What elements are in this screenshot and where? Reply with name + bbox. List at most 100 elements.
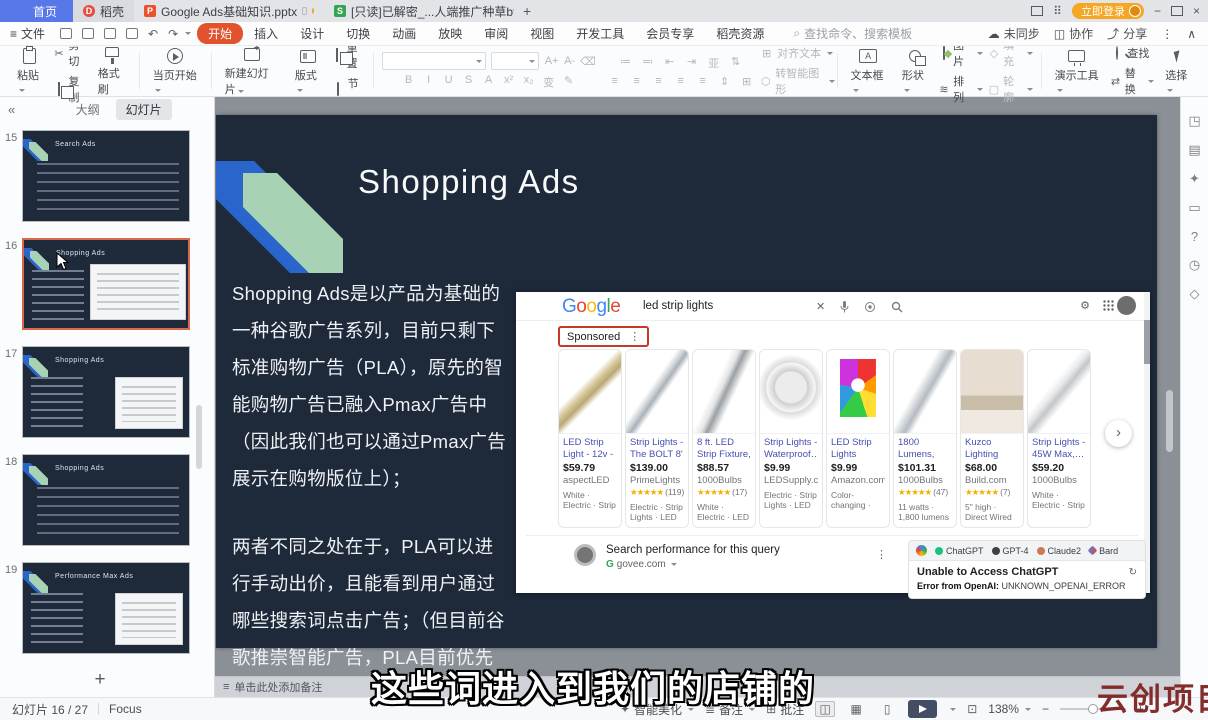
shapes-button[interactable]: 形状 xyxy=(897,46,933,96)
slide-thumbnail[interactable]: 19 Performance Max Ads xyxy=(22,562,200,654)
slide-thumbnail[interactable]: 17 Shopping Ads xyxy=(22,346,200,438)
undo-button[interactable]: ↶ xyxy=(143,27,163,41)
align-tool-icon[interactable]: ≡ xyxy=(629,75,644,88)
contact-card-icon[interactable]: ◳ xyxy=(1188,113,1200,129)
collaborate-button[interactable]: ◫ 协作 xyxy=(1054,25,1093,42)
login-button[interactable]: 立即登录 xyxy=(1072,3,1144,19)
menu-item[interactable]: 放映 xyxy=(427,23,473,44)
align-tool-icon[interactable]: ≡ xyxy=(607,75,622,88)
panel-scrollbar[interactable] xyxy=(196,405,202,469)
paragraph-tool-icon[interactable]: 亚 xyxy=(706,55,721,71)
align-tool-icon[interactable]: ≡ xyxy=(695,75,710,88)
font-tool-icon[interactable]: A+ xyxy=(544,55,559,68)
align-tool-icon[interactable]: ⇕ xyxy=(717,75,732,88)
find-button[interactable]: 查找 xyxy=(1110,45,1154,61)
layout-button[interactable]: 版式 xyxy=(290,46,326,96)
outline-button[interactable]: ▢轮廓 xyxy=(989,73,1033,105)
slide-canvas[interactable]: Shopping Ads Shopping Ads是以产品为基础的一种谷歌广告系… xyxy=(216,115,1157,648)
align-tool-icon[interactable]: ⊞ xyxy=(739,75,754,88)
save-button[interactable] xyxy=(60,28,72,39)
font-style-icon[interactable]: x₂ xyxy=(521,74,536,90)
font-style-icon[interactable]: A xyxy=(481,74,496,90)
section-button[interactable]: 节 xyxy=(332,75,366,103)
menu-item[interactable]: 动画 xyxy=(381,23,427,44)
redo-button[interactable]: ↷ xyxy=(163,27,183,41)
window-tab[interactable]: 首页 xyxy=(0,0,73,22)
minimize-button[interactable]: − xyxy=(1154,4,1161,18)
font-tool-icon[interactable]: A- xyxy=(562,55,577,68)
menu-item[interactable]: 切换 xyxy=(335,23,381,44)
font-style-icon[interactable]: U xyxy=(441,74,456,90)
export-button[interactable] xyxy=(82,28,94,39)
menu-item[interactable]: 稻壳资源 xyxy=(705,23,775,44)
copy-button[interactable]: 复制 xyxy=(54,73,87,105)
canvas-scrollbar[interactable] xyxy=(1166,390,1173,452)
align-text-button[interactable]: ⊞对齐文本 xyxy=(760,45,835,61)
window-split-icon[interactable] xyxy=(1031,6,1043,16)
window-tab[interactable]: S [只读]已解密_...人端推广种草bf xyxy=(324,0,514,22)
menu-item[interactable]: 审阅 xyxy=(473,23,519,44)
paste-button[interactable]: 粘贴 xyxy=(12,46,48,96)
arrange-button[interactable]: ≋排列 xyxy=(939,73,983,105)
print-button[interactable] xyxy=(104,28,116,39)
quick-access-dropdown-icon[interactable] xyxy=(185,32,191,35)
collapse-ribbon-button[interactable]: ∧ xyxy=(1187,27,1196,41)
font-size-select[interactable] xyxy=(491,52,539,70)
slide-thumbnail[interactable]: 16 Shopping Ads xyxy=(22,238,200,330)
sync-status[interactable]: ☁ 未同步 xyxy=(988,25,1040,42)
close-button[interactable]: × xyxy=(1193,4,1200,18)
menu-item[interactable]: 视图 xyxy=(519,23,565,44)
history-icon[interactable]: ◷ xyxy=(1189,257,1200,273)
presentation-tools-button[interactable]: 演示工具 xyxy=(1050,46,1105,96)
file-menu[interactable]: ≡ 文件 xyxy=(0,25,55,42)
menu-item[interactable]: 插入 xyxy=(243,23,289,44)
play-from-page-button[interactable]: 当页开始 xyxy=(148,46,203,96)
slide-title[interactable]: Shopping Ads xyxy=(358,163,580,201)
font-style-icon[interactable]: S xyxy=(461,74,476,90)
menu-item[interactable]: 会员专享 xyxy=(635,23,705,44)
smartart-button[interactable]: ⬡转智能图形 xyxy=(760,65,835,97)
font-style-icon[interactable]: 变 xyxy=(541,74,556,90)
apps-grid-icon[interactable]: ⠿ xyxy=(1053,4,1062,18)
select-button[interactable]: 选择 xyxy=(1160,46,1196,96)
font-style-icon[interactable]: I xyxy=(421,74,436,90)
new-tab-button[interactable]: + xyxy=(514,0,540,22)
paragraph-tool-icon[interactable]: ⇥ xyxy=(684,55,699,71)
font-style-icon[interactable]: ✎ xyxy=(561,74,576,90)
command-search[interactable]: ⌕ 查找命令、搜索模板 xyxy=(793,25,912,42)
paragraph-tool-icon[interactable]: ≕ xyxy=(640,55,655,71)
menu-item[interactable]: 开发工具 xyxy=(565,23,635,44)
slide-thumbnail[interactable]: 15 Search Ads xyxy=(22,130,200,222)
help-icon[interactable]: ? xyxy=(1191,229,1198,244)
font-style-icon[interactable]: x² xyxy=(501,74,516,90)
menu-item[interactable]: 开始 xyxy=(197,23,243,44)
maximize-button[interactable] xyxy=(1171,6,1183,16)
paragraph-tool-icon[interactable]: ⇅ xyxy=(728,55,743,71)
tab-slides[interactable]: 幻灯片 xyxy=(116,99,172,120)
chart-icon[interactable]: ▤ xyxy=(1188,142,1200,158)
sparkle-icon[interactable]: ✦ xyxy=(1189,171,1200,187)
paragraph-tool-icon[interactable]: ⇤ xyxy=(662,55,677,71)
font-tool-icon[interactable]: ⌫ xyxy=(580,55,595,68)
notes-icon[interactable]: ▭ xyxy=(1188,200,1200,216)
slide-body-text[interactable]: Shopping Ads是以产品为基础的一种谷歌广告系列，目前只剩下标准购物广告… xyxy=(232,275,508,713)
font-style-icon[interactable]: B xyxy=(401,74,416,90)
align-tool-icon[interactable]: ≡ xyxy=(673,75,688,88)
align-tool-icon[interactable]: ≡ xyxy=(651,75,666,88)
replace-button[interactable]: ⇄替换 xyxy=(1110,65,1154,97)
share-button[interactable]: ⤴ 分享 xyxy=(1107,25,1147,42)
window-tab[interactable]: D 稻壳 xyxy=(73,0,134,22)
google-screenshot[interactable]: Google led strip lights ✕ ⚙ Sponsored ⋮ xyxy=(516,292,1150,593)
more-menu-button[interactable]: ⋮ xyxy=(1161,27,1173,41)
slide-thumbnail[interactable]: 18 Shopping Ads xyxy=(22,454,200,546)
print-preview-button[interactable] xyxy=(126,28,138,39)
new-slide-button[interactable]: 新建幻灯片 xyxy=(220,44,284,98)
collapse-panel-button[interactable]: « xyxy=(0,102,23,117)
window-tab[interactable]: P Google Ads基础知识.pptx xyxy=(134,0,324,22)
paragraph-tool-icon[interactable]: ≔ xyxy=(618,55,633,71)
textbox-button[interactable]: A 文本框 xyxy=(846,46,891,96)
font-name-select[interactable] xyxy=(382,52,486,70)
format-painter-button[interactable]: 格式刷 xyxy=(93,44,131,98)
shapes-icon[interactable]: ◇ xyxy=(1189,286,1199,302)
menu-item[interactable]: 设计 xyxy=(289,23,335,44)
